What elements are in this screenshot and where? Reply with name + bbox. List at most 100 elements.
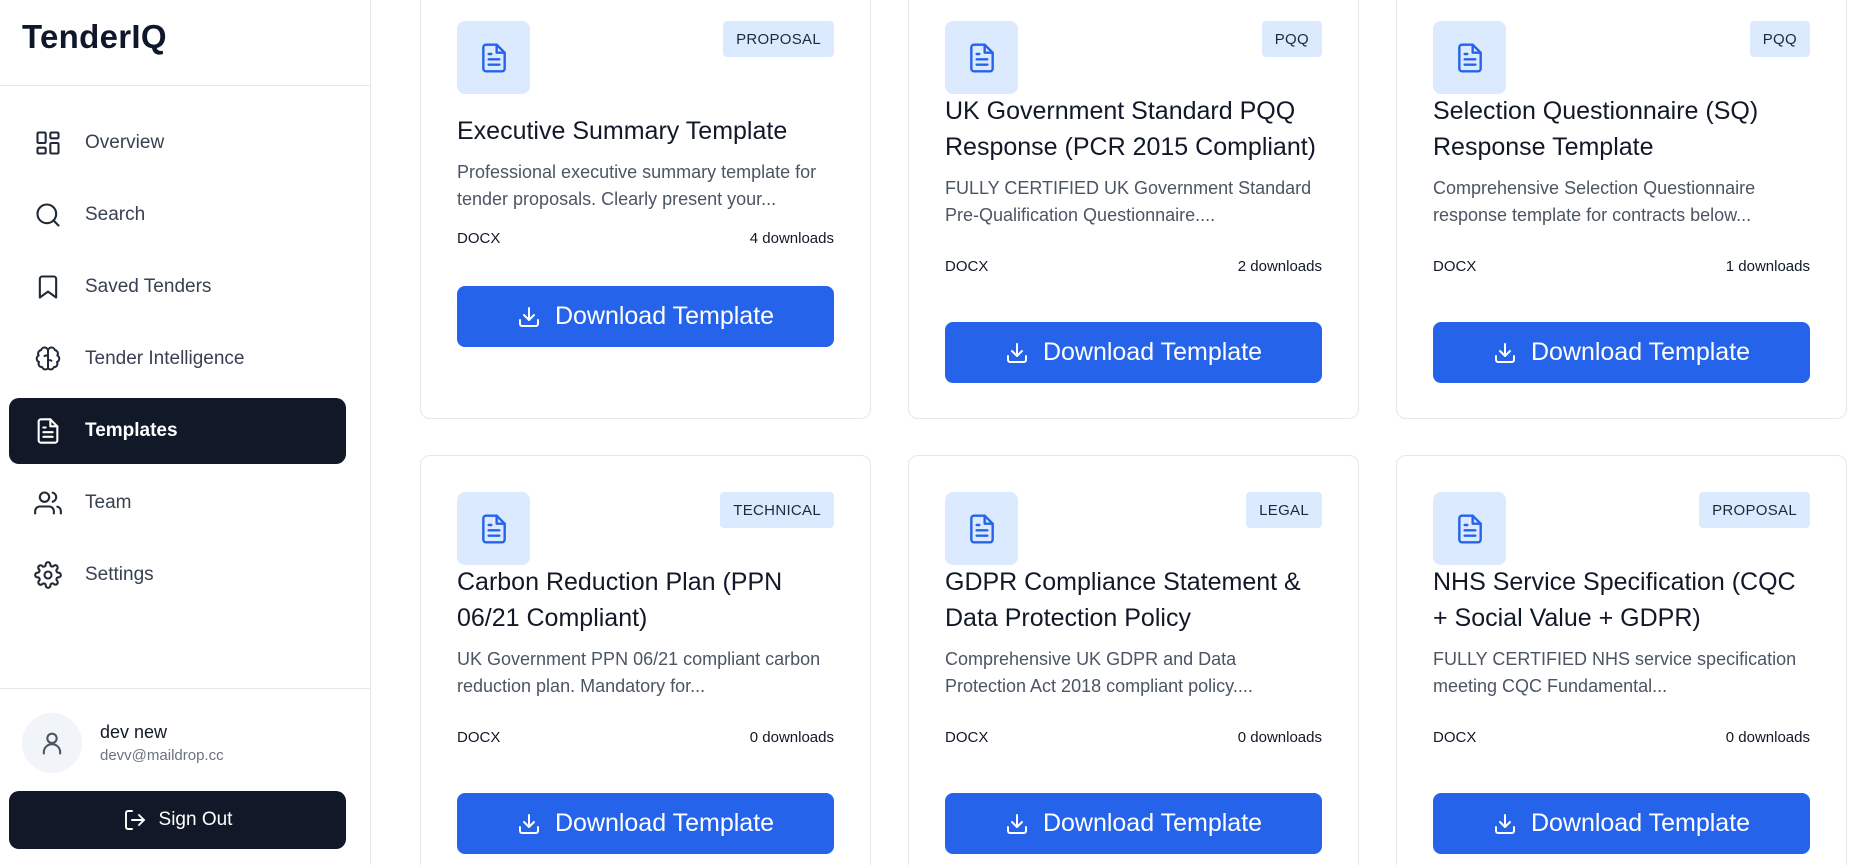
template-meta: DOCX 1 downloads: [1433, 258, 1810, 275]
user-profile: dev new devv@maildrop.cc: [22, 713, 224, 773]
users-icon: [33, 488, 63, 518]
template-card: PROPOSAL NHS Service Specification (CQC …: [1396, 455, 1847, 865]
template-meta: DOCX 2 downloads: [945, 258, 1322, 275]
file-format: DOCX: [945, 258, 989, 275]
template-title: NHS Service Specification (CQC + Social …: [1433, 568, 1796, 632]
download-icon: [517, 305, 541, 329]
download-template-label: Download Template: [1042, 809, 1263, 837]
sidebar-nav: Overview Search Saved Tenders Tender Int…: [9, 110, 346, 614]
sidebar-item-saved-tenders[interactable]: Saved Tenders: [9, 254, 346, 320]
brand-header: TenderIQ: [0, 0, 370, 86]
sidebar-item-label: Tender Intelligence: [85, 348, 245, 369]
download-template-button[interactable]: Download Template: [1433, 322, 1810, 383]
download-icon: [1493, 341, 1517, 365]
template-title: Selection Questionnaire (SQ) Response Te…: [1433, 97, 1759, 161]
download-count: 2 downloads: [1237, 258, 1322, 275]
template-meta: DOCX 4 downloads: [457, 230, 834, 247]
sidebar-item-label: Saved Tenders: [85, 276, 212, 297]
sidebar-item-overview[interactable]: Overview: [9, 110, 346, 176]
brain-icon: [33, 344, 63, 374]
template-description: UK Government PPN 06/21 compliant carbon…: [457, 649, 821, 696]
file-format: DOCX: [1433, 258, 1477, 275]
layout-dashboard-icon: [33, 128, 63, 158]
template-description: Comprehensive Selection Questionnaire re…: [1433, 178, 1756, 225]
download-template-button[interactable]: Download Template: [457, 793, 834, 854]
file-text-icon: [33, 416, 63, 446]
search-icon: [33, 200, 63, 230]
category-badge: LEGAL: [1246, 492, 1322, 528]
template-description: Professional executive summary template …: [457, 162, 817, 209]
category-badge: PQQ: [1749, 21, 1810, 57]
file-text-icon: [457, 21, 530, 94]
download-count: 1 downloads: [1725, 258, 1810, 275]
gear-icon: [33, 560, 63, 590]
sign-out-label: Sign Out: [158, 809, 233, 830]
template-title: Executive Summary Template: [457, 117, 788, 145]
download-count: 0 downloads: [749, 729, 834, 746]
sidebar-item-templates[interactable]: Templates: [9, 398, 346, 464]
download-count: 0 downloads: [1725, 729, 1810, 746]
sidebar-item-team[interactable]: Team: [9, 470, 346, 536]
template-description: FULLY CERTIFIED NHS service specificatio…: [1433, 649, 1797, 696]
log-out-icon: [123, 808, 147, 832]
download-icon: [1493, 812, 1517, 836]
template-title: Carbon Reduction Plan (PPN 06/21 Complia…: [457, 568, 783, 632]
sidebar-item-label: Team: [85, 492, 132, 513]
file-text-icon: [1433, 492, 1506, 565]
sidebar: TenderIQ Overview Search Saved Tenders T…: [0, 0, 371, 865]
template-card: PROPOSAL Executive Summary Template Prof…: [420, 0, 871, 419]
templates-grid: PROPOSAL Executive Summary Template Prof…: [371, 0, 1875, 865]
sign-out-button[interactable]: Sign Out: [9, 791, 346, 849]
sidebar-item-tender-intelligence[interactable]: Tender Intelligence: [9, 326, 346, 392]
download-icon: [517, 812, 541, 836]
file-text-icon: [945, 492, 1018, 565]
download-template-button[interactable]: Download Template: [1433, 793, 1810, 854]
template-card: PQQ Selection Questionnaire (SQ) Respons…: [1396, 0, 1847, 419]
download-icon: [1005, 812, 1029, 836]
avatar: [22, 713, 82, 773]
template-meta: DOCX 0 downloads: [945, 729, 1322, 746]
category-badge: PQQ: [1261, 21, 1322, 57]
template-card: LEGAL GDPR Compliance Statement & Data P…: [908, 455, 1359, 865]
download-count: 0 downloads: [1237, 729, 1322, 746]
sidebar-item-label: Overview: [85, 132, 165, 153]
category-badge: PROPOSAL: [723, 21, 834, 57]
sidebar-item-search[interactable]: Search: [9, 182, 346, 248]
sidebar-item-label: Templates: [85, 420, 178, 441]
category-badge: TECHNICAL: [720, 492, 834, 528]
user-email: devv@maildrop.cc: [100, 747, 224, 764]
file-format: DOCX: [945, 729, 989, 746]
bookmark-icon: [33, 272, 63, 302]
category-badge: PROPOSAL: [1699, 492, 1810, 528]
template-card: PQQ UK Government Standard PQQ Response …: [908, 0, 1359, 419]
download-count: 4 downloads: [749, 230, 834, 247]
sidebar-item-settings[interactable]: Settings: [9, 542, 346, 608]
download-template-button[interactable]: Download Template: [457, 286, 834, 347]
template-title: UK Government Standard PQQ Response (PCR…: [945, 97, 1317, 161]
download-template-label: Download Template: [554, 302, 775, 330]
user-name: dev new: [100, 722, 168, 742]
template-meta: DOCX 0 downloads: [457, 729, 834, 746]
file-text-icon: [1433, 21, 1506, 94]
template-title: GDPR Compliance Statement & Data Protect…: [945, 568, 1301, 632]
download-icon: [1005, 341, 1029, 365]
download-template-button[interactable]: Download Template: [945, 322, 1322, 383]
template-description: Comprehensive UK GDPR and Data Protectio…: [945, 649, 1253, 696]
file-format: DOCX: [457, 230, 501, 247]
download-template-label: Download Template: [1530, 338, 1751, 366]
download-template-label: Download Template: [554, 809, 775, 837]
sidebar-footer: dev new devv@maildrop.cc Sign Out: [0, 688, 371, 865]
template-card: TECHNICAL Carbon Reduction Plan (PPN 06/…: [420, 455, 871, 865]
file-text-icon: [945, 21, 1018, 94]
template-meta: DOCX 0 downloads: [1433, 729, 1810, 746]
sidebar-item-label: Search: [85, 204, 146, 225]
sidebar-item-label: Settings: [85, 564, 154, 585]
download-template-button[interactable]: Download Template: [945, 793, 1322, 854]
file-text-icon: [457, 492, 530, 565]
template-description: FULLY CERTIFIED UK Government Standard P…: [945, 178, 1312, 225]
download-template-label: Download Template: [1042, 338, 1263, 366]
file-format: DOCX: [457, 729, 501, 746]
download-template-label: Download Template: [1530, 809, 1751, 837]
user-icon: [38, 729, 66, 757]
brand-logo-text[interactable]: TenderIQ: [22, 18, 167, 55]
